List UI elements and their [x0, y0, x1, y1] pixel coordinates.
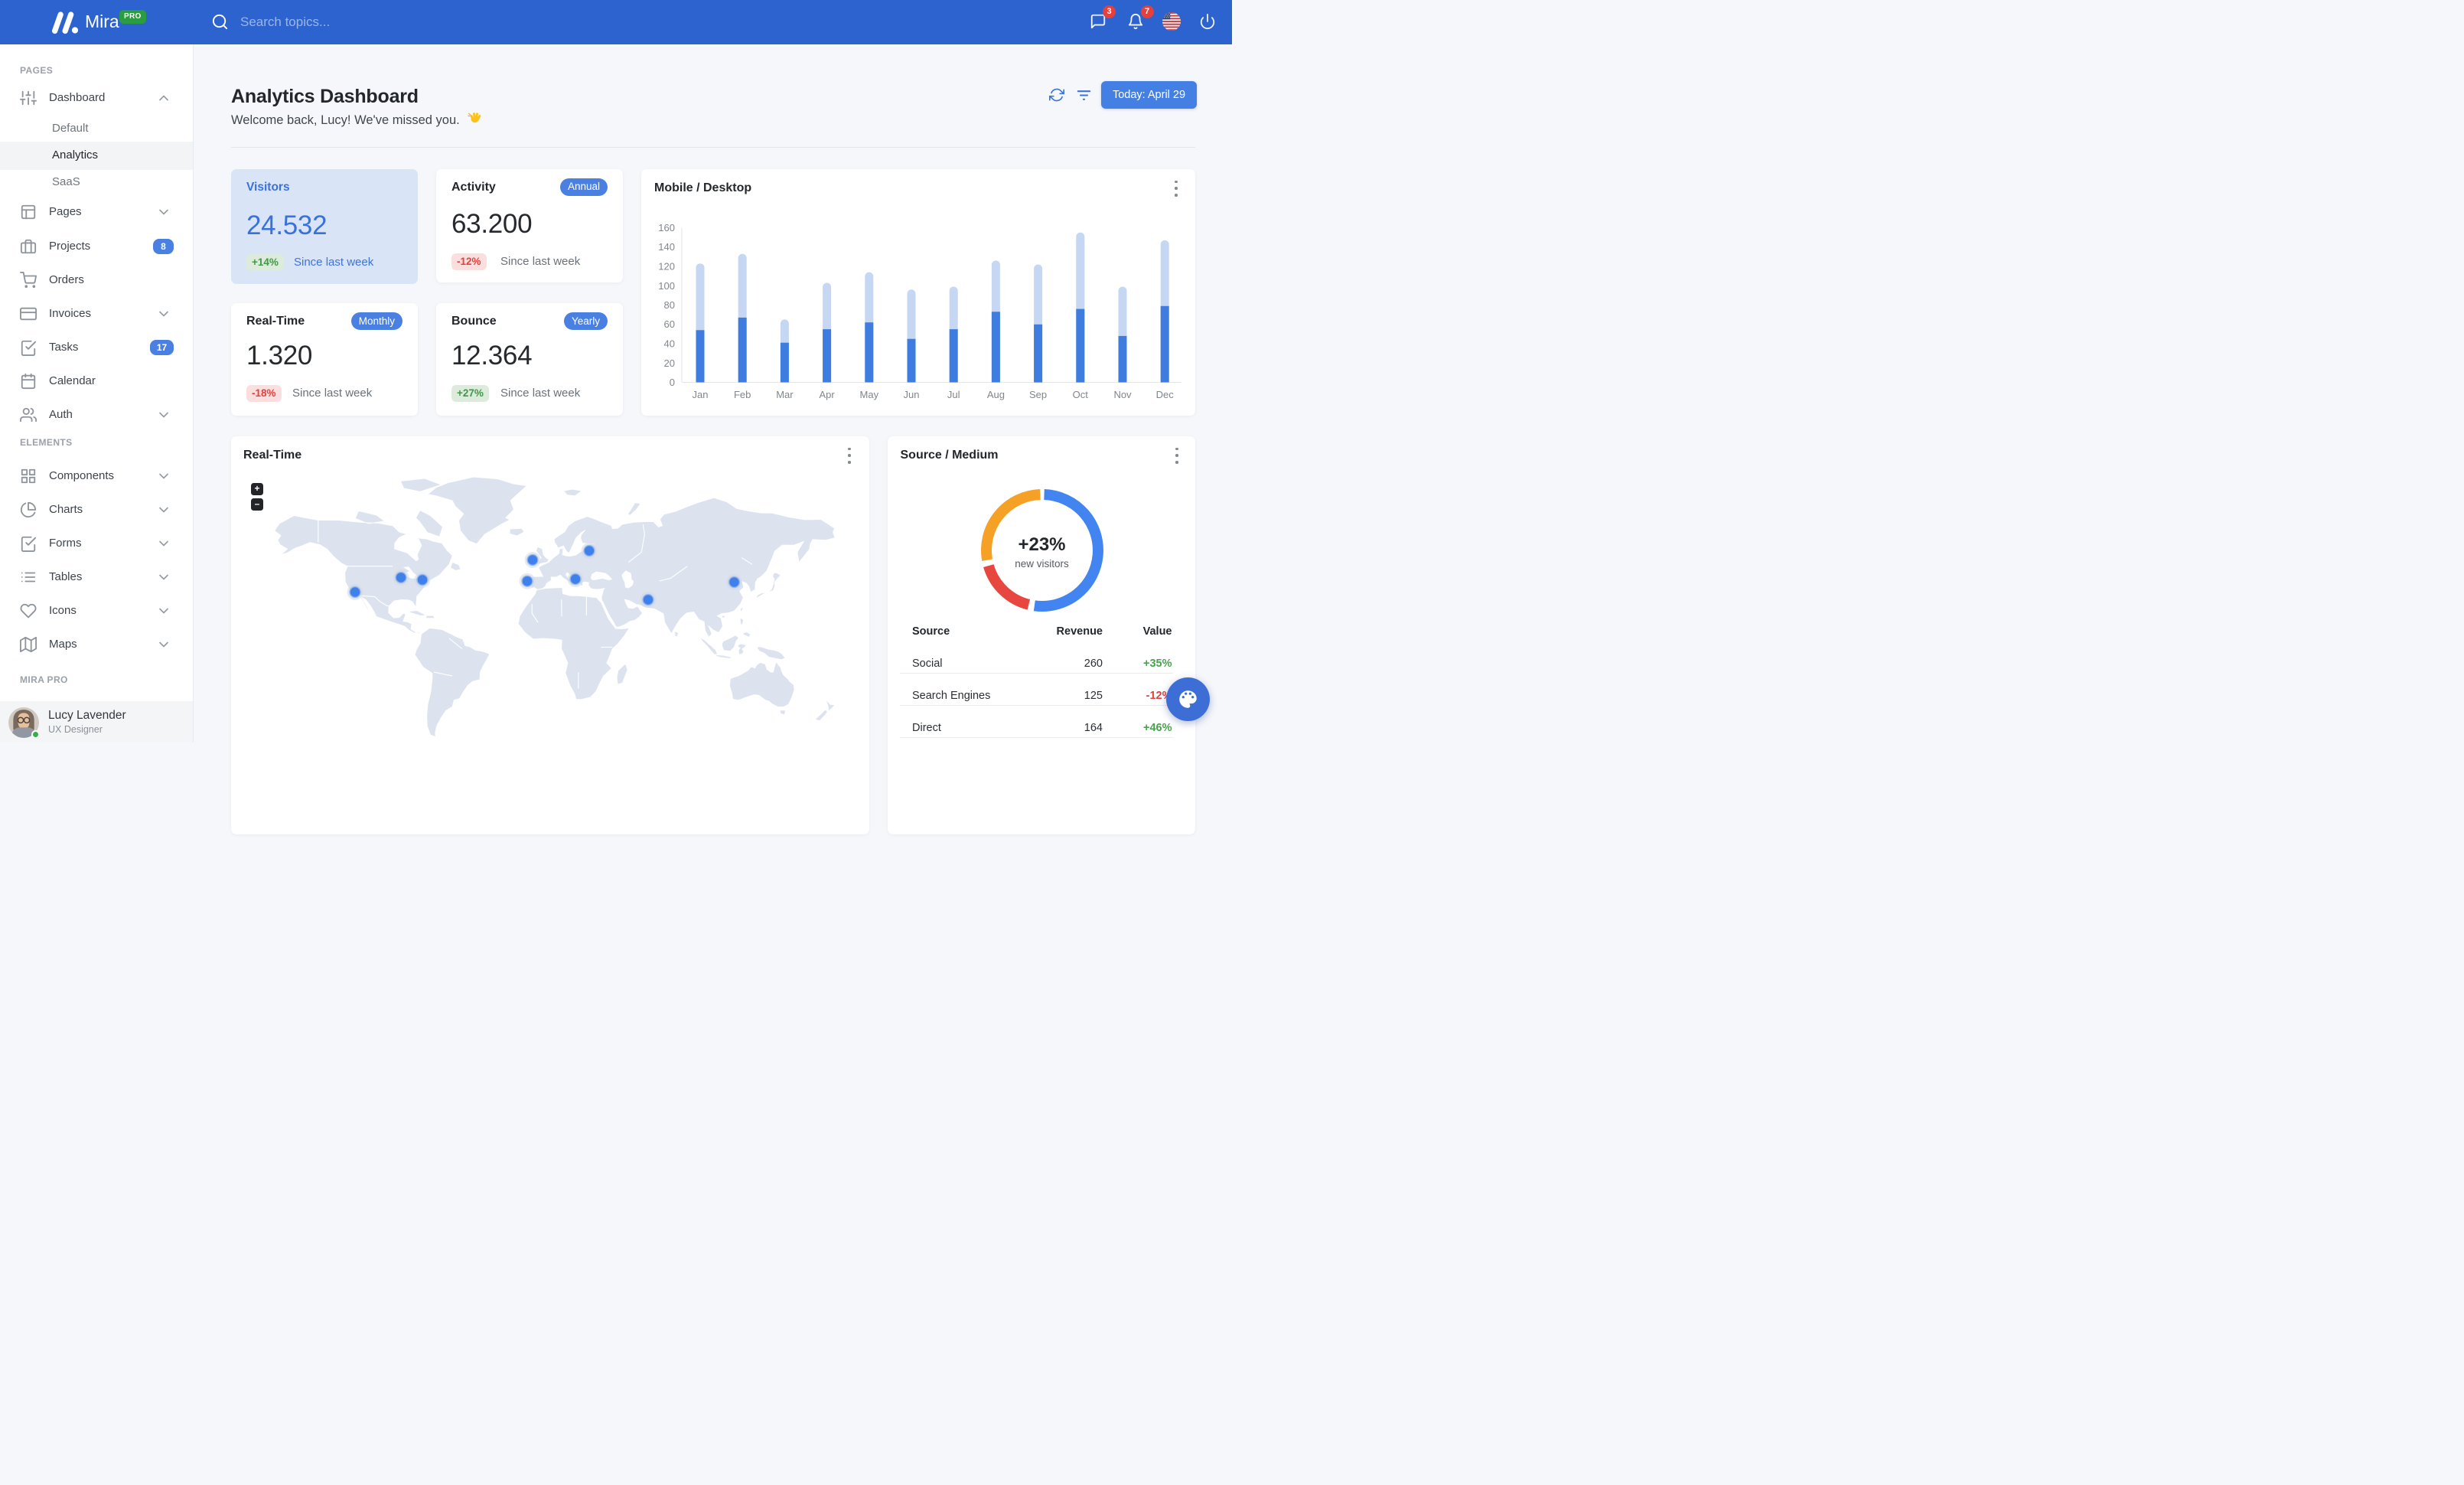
svg-text:Jan: Jan — [693, 389, 709, 400]
svg-text:140: 140 — [658, 241, 675, 253]
svg-text:Mar: Mar — [776, 389, 794, 400]
svg-text:160: 160 — [658, 222, 675, 233]
svg-text:Dec: Dec — [1156, 389, 1175, 400]
svg-text:May: May — [860, 389, 879, 400]
svg-text:Feb: Feb — [734, 389, 751, 400]
svg-text:100: 100 — [658, 279, 675, 291]
svg-text:Jun: Jun — [904, 389, 920, 400]
svg-text:Apr: Apr — [819, 389, 835, 400]
svg-text:Aug: Aug — [987, 389, 1005, 400]
svg-text:Jul: Jul — [947, 389, 960, 400]
svg-text:40: 40 — [664, 338, 675, 349]
svg-text:Oct: Oct — [1073, 389, 1089, 400]
svg-text:120: 120 — [658, 260, 675, 272]
svg-text:80: 80 — [664, 299, 675, 311]
svg-text:0: 0 — [670, 377, 675, 388]
svg-text:60: 60 — [664, 318, 675, 330]
svg-text:20: 20 — [664, 357, 675, 368]
svg-text:Sep: Sep — [1029, 389, 1047, 400]
svg-text:Nov: Nov — [1113, 389, 1132, 400]
